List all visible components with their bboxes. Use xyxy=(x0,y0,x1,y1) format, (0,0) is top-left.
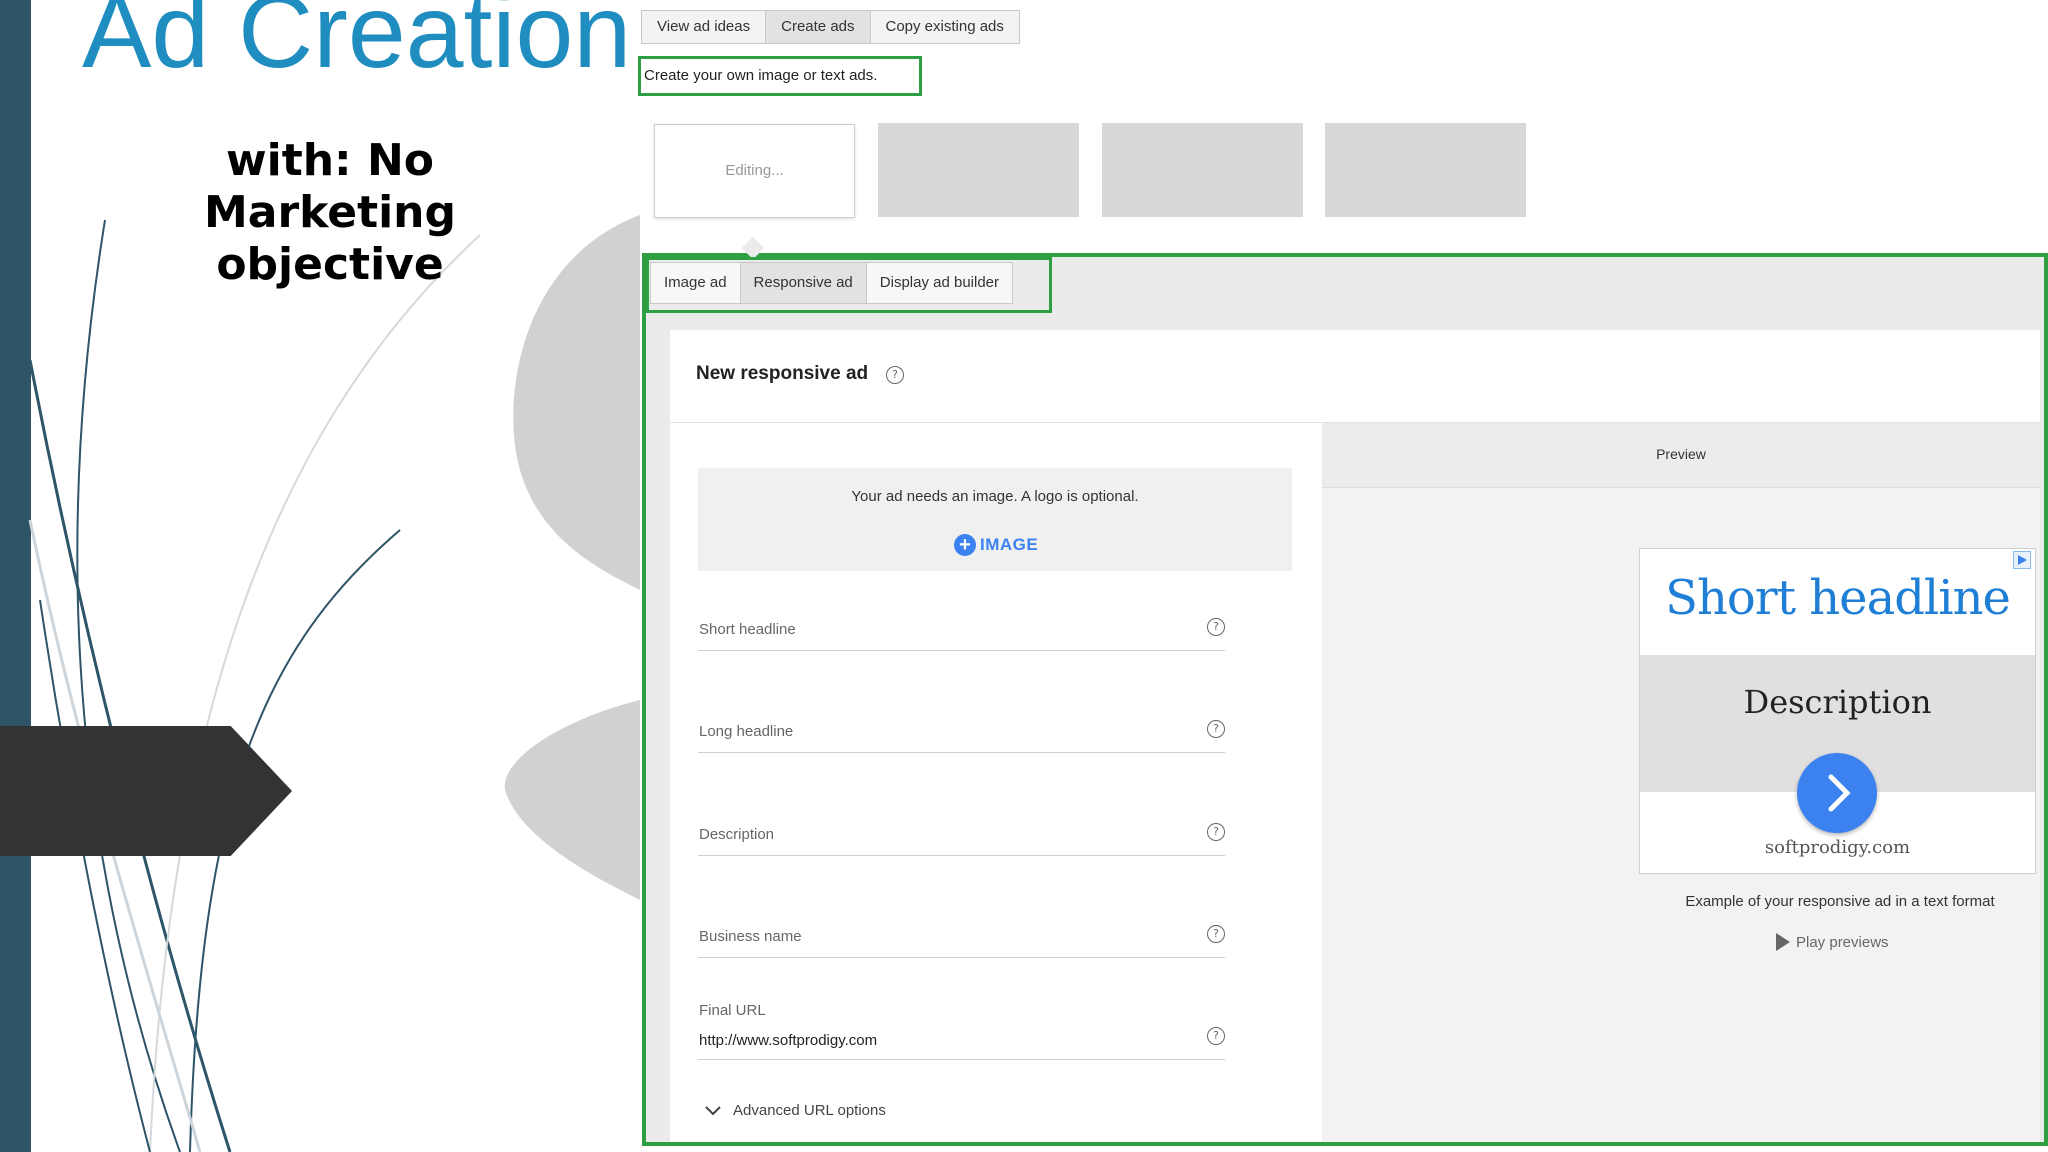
decorative-arrow-shape xyxy=(0,726,292,856)
long-headline-field[interactable]: Long headline ? xyxy=(698,692,1225,753)
tab-display-ad-builder[interactable]: Display ad builder xyxy=(867,263,1012,303)
play-icon xyxy=(1776,933,1790,951)
preview-caption: Example of your responsive ad in a text … xyxy=(1685,893,1995,910)
final-url-value[interactable]: http://www.softprodigy.com xyxy=(699,1032,877,1049)
chevron-down-icon xyxy=(705,1105,721,1115)
long-headline-label: Long headline xyxy=(699,723,794,740)
short-headline-label: Short headline xyxy=(699,621,796,638)
chevron-right-icon xyxy=(1828,774,1851,812)
help-icon[interactable]: ? xyxy=(1207,1027,1225,1045)
tab-create-ads[interactable]: Create ads xyxy=(766,11,871,43)
add-image-button[interactable]: + IMAGE xyxy=(954,533,1038,557)
ad-preview-headline: Short headline xyxy=(1665,570,2011,626)
help-icon[interactable]: ? xyxy=(1207,823,1225,841)
ad-preview-domain: softprodigy.com xyxy=(1764,837,1911,858)
business-name-field[interactable]: Business name ? xyxy=(698,897,1225,958)
tab-view-ad-ideas[interactable]: View ad ideas xyxy=(642,11,767,43)
advanced-url-options-toggle[interactable]: Advanced URL options xyxy=(705,1102,886,1119)
ad-preview-arrow-button[interactable] xyxy=(1797,753,1877,833)
tab-image-ad[interactable]: Image ad xyxy=(651,263,741,303)
help-icon[interactable]: ? xyxy=(1207,925,1225,943)
ad-thumbnail-editing[interactable]: Editing... xyxy=(654,124,855,218)
slide-title: Ad Creation xyxy=(82,0,632,90)
ad-thumbnail-placeholder[interactable] xyxy=(878,123,1079,217)
ad-type-tabs: Image ad Responsive ad Display ad builde… xyxy=(650,262,1014,304)
description-field[interactable]: Description ? xyxy=(698,795,1225,856)
help-icon[interactable]: ? xyxy=(1207,618,1225,636)
help-icon[interactable]: ? xyxy=(1207,720,1225,738)
ad-source-tabs: View ad ideas Create ads Copy existing a… xyxy=(641,10,1020,44)
tab-responsive-ad[interactable]: Responsive ad xyxy=(740,263,867,303)
preview-title: Preview xyxy=(1656,446,1706,462)
instruction-text: Create your own image or text ads. xyxy=(638,56,922,96)
card-title: New responsive ad xyxy=(696,363,869,384)
ad-preview-description: Description xyxy=(1743,683,1932,721)
short-headline-field[interactable]: Short headline ? xyxy=(698,590,1225,651)
plus-icon: + xyxy=(954,534,976,556)
ad-thumbnail-placeholder[interactable] xyxy=(1325,123,1526,217)
business-name-label: Business name xyxy=(699,928,802,945)
image-requirement-text: Your ad needs an image. A logo is option… xyxy=(851,488,1139,505)
tab-copy-existing-ads[interactable]: Copy existing ads xyxy=(871,11,1019,43)
add-image-label: IMAGE xyxy=(980,535,1039,554)
ad-thumbnail-placeholder[interactable] xyxy=(1102,123,1303,217)
final-url-label: Final URL xyxy=(699,1002,766,1019)
play-previews-button[interactable]: Play previews xyxy=(1776,933,1889,951)
slide-subtitle: with: No Marketing objective xyxy=(203,135,457,290)
help-icon[interactable]: ? xyxy=(886,366,904,384)
play-previews-label: Play previews xyxy=(1796,933,1889,951)
description-label: Description xyxy=(699,826,775,843)
adchoices-icon[interactable] xyxy=(2013,551,2031,569)
final-url-field[interactable]: Final URL http://www.softprodigy.com ? xyxy=(698,999,1225,1060)
advanced-url-options-label: Advanced URL options xyxy=(733,1102,886,1119)
